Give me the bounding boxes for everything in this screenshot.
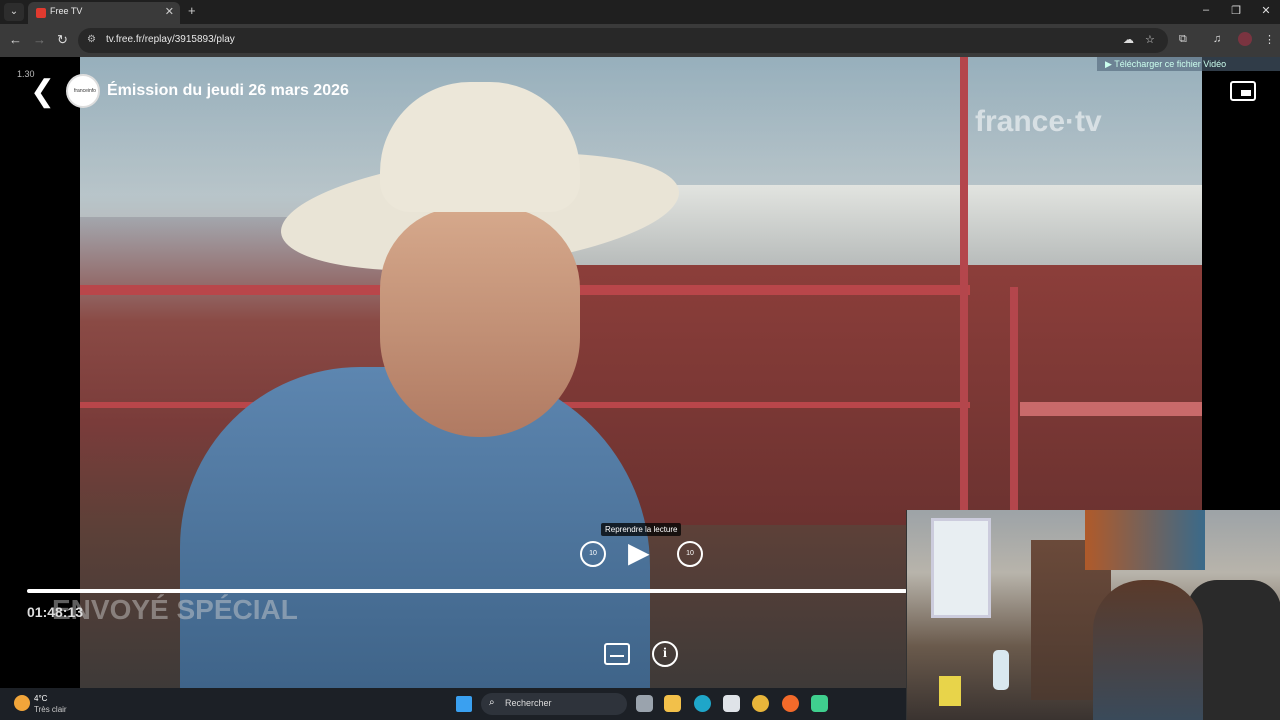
webcam-person — [1093, 580, 1203, 720]
cast-icon[interactable]: ☁ — [1123, 33, 1134, 46]
windows-start-icon[interactable] — [456, 696, 472, 712]
france-tv-watermark: france·tv — [975, 105, 1102, 138]
url-input[interactable]: ⚙ tv.free.fr/replay/3915893/play — [78, 28, 1168, 53]
restore-button[interactable]: ❐ — [1226, 4, 1246, 17]
pip-icon — [1241, 90, 1251, 96]
address-bar: ← → ↻ ⚙ tv.free.fr/replay/3915893/play ☁… — [0, 24, 1280, 57]
channel-logo: franceinfo — [66, 74, 100, 108]
firefox-icon[interactable] — [782, 695, 799, 712]
free-favicon-icon — [36, 8, 46, 18]
file-explorer-icon[interactable] — [664, 695, 681, 712]
webcam-overlay — [906, 510, 1280, 720]
show-watermark: ENVOYÉ SPÉCIAL — [52, 594, 298, 625]
search-icon: ⌕ — [489, 697, 495, 708]
current-time: 01:48:13 — [27, 604, 84, 620]
progress-bar[interactable] — [27, 589, 907, 593]
tab-title: Free TV — [50, 6, 83, 16]
video-barn-wall — [560, 265, 1202, 525]
weather-temperature: 4°C — [34, 694, 48, 703]
weather-icon[interactable] — [14, 695, 30, 711]
webcam-bottle — [993, 650, 1009, 690]
browser-menu-icon[interactable]: ⋮ — [1264, 33, 1275, 46]
url-text: tv.free.fr/replay/3915893/play — [106, 34, 235, 45]
taskbar-search[interactable]: ⌕ Rechercher — [481, 693, 627, 715]
info-button[interactable]: i — [652, 641, 678, 667]
tab-close-icon[interactable]: ✕ — [165, 5, 174, 18]
tab-free-tv[interactable]: Free TV ✕ — [28, 2, 180, 24]
reload-button[interactable]: ↻ — [57, 32, 68, 48]
browser-tab-bar: ⌄ Free TV ✕ + – ❐ ✕ — [0, 0, 1280, 24]
forward-10-button[interactable]: 10 — [677, 541, 703, 567]
webcam-poster — [1085, 510, 1205, 570]
back-button[interactable]: ← — [9, 32, 22, 47]
episode-title: Émission du jeudi 26 mars 2026 — [107, 82, 349, 99]
person-face — [380, 207, 580, 437]
subtitles-button[interactable] — [604, 643, 630, 665]
rewind-10-button[interactable]: 10 — [580, 541, 606, 567]
webcam-window — [931, 518, 991, 618]
extensions-icon[interactable]: ⧉ — [1179, 33, 1187, 46]
tab-search-button[interactable]: ⌄ — [4, 3, 24, 21]
person-shirt — [180, 367, 650, 697]
channel-logo-text: franceinfo — [74, 88, 96, 94]
bookmark-star-icon[interactable]: ☆ — [1145, 33, 1155, 46]
fence-post — [960, 57, 968, 517]
edge-icon[interactable] — [694, 695, 711, 712]
chrome-icon[interactable] — [752, 695, 769, 712]
forward-button[interactable]: → — [33, 32, 46, 47]
profile-avatar[interactable] — [1238, 32, 1252, 46]
site-info-icon[interactable]: ⚙ — [87, 34, 96, 45]
minimize-button[interactable]: – — [1196, 4, 1216, 16]
picture-in-picture-button[interactable] — [1230, 81, 1256, 101]
fence-rail — [1020, 402, 1202, 416]
windows-taskbar: 4°C Très clair ⌕ Rechercher — [0, 688, 906, 720]
new-tab-button[interactable]: + — [188, 3, 196, 18]
player-back-button[interactable]: ❮ — [30, 77, 55, 107]
store-icon[interactable] — [723, 695, 740, 712]
webcam-can — [939, 676, 961, 706]
weather-condition: Très clair — [34, 705, 67, 714]
media-control-icon[interactable]: ♫ — [1213, 33, 1221, 45]
app-icon[interactable] — [811, 695, 828, 712]
download-video-link[interactable]: ▶ Télécharger ce fichier Vidéo — [1097, 57, 1280, 71]
play-tooltip: Reprendre la lecture — [601, 523, 682, 536]
close-window-button[interactable]: ✕ — [1256, 4, 1276, 17]
fence-post — [1010, 287, 1018, 518]
search-placeholder: Rechercher — [505, 698, 552, 708]
task-view-icon[interactable] — [636, 695, 653, 712]
play-button[interactable]: ▶ — [628, 537, 650, 569]
